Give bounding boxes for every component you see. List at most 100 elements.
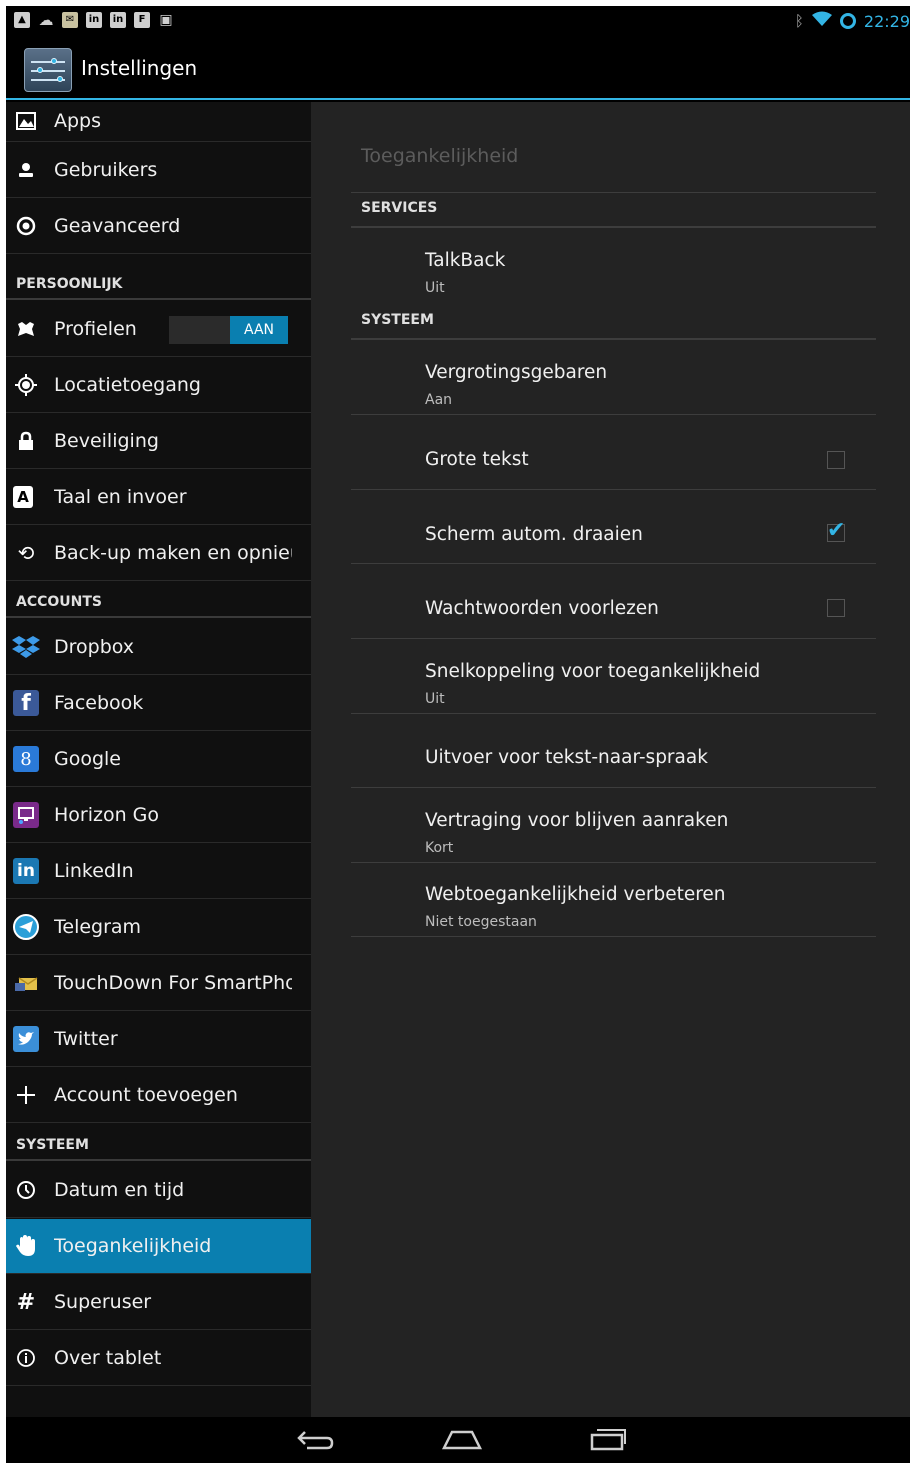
facebook-icon: f	[13, 690, 39, 716]
large-text-checkbox[interactable]	[827, 451, 845, 469]
pref-title: Snelkoppeling voor toegankelijkheid	[425, 661, 761, 682]
accessibility-pane: Toegankelijkheid SERVICES TalkBack Uit S…	[311, 102, 910, 1417]
sidebar-item-label: Apps	[54, 109, 102, 132]
navigation-bar	[6, 1417, 910, 1463]
screen: ▲ ☁ ✉ in in F ▣ ᛒ 22:29 Instellingen App…	[6, 6, 910, 1463]
sidebar-item-accessibility[interactable]: Toegankelijkheid	[6, 1219, 311, 1274]
pref-title: Vergrotingsgebaren	[425, 362, 608, 383]
section-header-accounts: ACCOUNTS	[6, 588, 311, 618]
sidebar-item-location[interactable]: Locatietoegang	[6, 358, 311, 413]
sidebar-item-label: Gebruikers	[54, 159, 158, 181]
touchdown-icon	[13, 970, 39, 996]
advanced-icon	[13, 213, 39, 239]
pref-summary: Uit	[425, 691, 445, 707]
battery-icon	[839, 13, 856, 29]
sidebar-item-horizon-go[interactable]: Horizon Go	[6, 788, 311, 843]
pref-title: Scherm autom. draaien	[425, 524, 643, 545]
google-icon: 8	[13, 746, 39, 772]
sidebar-item-language[interactable]: A Taal en invoer	[6, 470, 311, 525]
sidebar-item-touchdown[interactable]: TouchDown For SmartPhones	[6, 956, 311, 1011]
pref-title: Wachtwoorden voorlezen	[425, 598, 659, 619]
recent-apps-icon[interactable]	[584, 1423, 634, 1457]
clock-icon	[13, 1177, 39, 1203]
sidebar-item-label: Geavanceerd	[54, 215, 181, 237]
linkedin-icon: in	[110, 12, 126, 28]
action-bar-title: Instellingen	[81, 56, 198, 80]
pref-title: TalkBack	[425, 250, 506, 271]
sidebar-item-label: Back-up maken en opnieuw instellen	[54, 542, 292, 564]
sidebar-item-twitter[interactable]: Twitter	[6, 1012, 311, 1067]
home-icon[interactable]	[434, 1423, 490, 1457]
sidebar-item-linkedin[interactable]: in LinkedIn	[6, 844, 311, 899]
lock-icon	[13, 428, 39, 454]
section-header-system: SYSTEEM	[6, 1131, 311, 1161]
pref-auto-rotate[interactable]: Scherm autom. draaien ✔	[351, 490, 876, 564]
pref-title: Vertraging voor blijven aanraken	[425, 810, 729, 831]
flipboard-icon: F	[134, 12, 150, 28]
sidebar-item-label: Beveiliging	[54, 430, 159, 452]
sidebar-item-date-time[interactable]: Datum en tijd	[6, 1163, 311, 1218]
sidebar-item-label: Twitter	[54, 1028, 118, 1050]
sidebar-item-advanced[interactable]: Geavanceerd	[6, 199, 311, 254]
sidebar-item-label: Horizon Go	[54, 804, 160, 826]
pref-web-accessibility[interactable]: Webtoegankelijkheid verbeteren Niet toeg…	[351, 863, 876, 937]
settings-app-icon[interactable]	[24, 48, 72, 92]
sidebar-item-dropbox[interactable]: Dropbox	[6, 620, 311, 675]
sidebar-item-label: Over tablet	[54, 1347, 162, 1369]
backup-icon: ⟲	[17, 541, 35, 565]
location-icon	[13, 372, 39, 398]
sidebar-item-users[interactable]: Gebruikers	[6, 143, 311, 198]
sidebar-item-about-tablet[interactable]: Over tablet	[6, 1331, 311, 1386]
sidebar-item-label: Locatietoegang	[54, 374, 201, 396]
sidebar-item-label: Telegram	[54, 916, 142, 938]
back-icon[interactable]	[291, 1423, 341, 1457]
gallery-icon: ▲	[14, 12, 30, 28]
sidebar-item-label: Account toevoegen	[54, 1084, 238, 1106]
pref-talkback[interactable]: TalkBack Uit	[351, 228, 876, 304]
section-header-services: SERVICES	[351, 192, 876, 228]
pref-speak-passwords[interactable]: Wachtwoorden voorlezen	[351, 564, 876, 639]
sidebar-item-label: Dropbox	[54, 636, 135, 658]
twitter-icon	[13, 1026, 39, 1052]
section-header-system: SYSTEEM	[351, 304, 876, 340]
profiles-icon	[13, 316, 39, 342]
sidebar-item-telegram[interactable]: Telegram	[6, 900, 311, 955]
wifi-icon	[811, 11, 832, 32]
apps-icon	[13, 108, 39, 134]
profiles-toggle[interactable]: AAN	[169, 316, 288, 344]
sidebar-item-apps[interactable]: Apps	[6, 102, 311, 142]
settings-list[interactable]: Apps Gebruikers Geavanceerd PERSOONLIJK …	[6, 102, 311, 1417]
pref-summary: Niet toegestaan	[425, 914, 537, 930]
pref-touch-hold-delay[interactable]: Vertraging voor blijven aanraken Kort	[351, 788, 876, 863]
telegram-icon	[13, 914, 39, 940]
pref-tts-output[interactable]: Uitvoer voor tekst-naar-spraak	[351, 714, 876, 788]
pref-magnification-gestures[interactable]: Vergrotingsgebaren Aan	[351, 340, 876, 415]
sidebar-item-label: Toegankelijkheid	[54, 1235, 212, 1257]
section-header-personal: PERSOONLIJK	[6, 270, 311, 300]
sidebar-item-security[interactable]: Beveiliging	[6, 414, 311, 469]
plus-icon	[13, 1082, 39, 1108]
linkedin-icon: in	[86, 12, 102, 28]
sidebar-item-superuser[interactable]: # Superuser	[6, 1275, 311, 1330]
pref-summary: Kort	[425, 840, 454, 856]
speak-passwords-checkbox[interactable]	[827, 599, 845, 617]
sidebar-item-add-account[interactable]: Account toevoegen	[6, 1068, 311, 1123]
bluetooth-icon: ᛒ	[794, 12, 804, 30]
linkedin-icon: in	[13, 858, 39, 884]
sidebar-item-label: Facebook	[54, 692, 144, 714]
sidebar-item-label: Superuser	[54, 1291, 152, 1313]
sidebar-item-facebook[interactable]: f Facebook	[6, 676, 311, 731]
sidebar-item-label: Google	[54, 748, 122, 770]
hash-icon: #	[16, 1289, 36, 1315]
toggle-on-label: AAN	[230, 316, 288, 344]
pref-accessibility-shortcut[interactable]: Snelkoppeling voor toegankelijkheid Uit	[351, 639, 876, 714]
checkmark-icon: ✔	[827, 518, 846, 543]
sidebar-item-label: Taal en invoer	[54, 486, 187, 508]
pref-summary: Uit	[425, 280, 445, 296]
sidebar-item-backup[interactable]: ⟲ Back-up maken en opnieuw instellen	[6, 526, 311, 581]
sidebar-item-google[interactable]: 8 Google	[6, 732, 311, 787]
pref-large-text[interactable]: Grote tekst	[351, 415, 876, 490]
horizon-go-icon	[13, 802, 39, 828]
sidebar-item-profiles[interactable]: Profielen AAN	[6, 302, 311, 357]
cloud-upload-icon: ☁	[38, 12, 54, 28]
